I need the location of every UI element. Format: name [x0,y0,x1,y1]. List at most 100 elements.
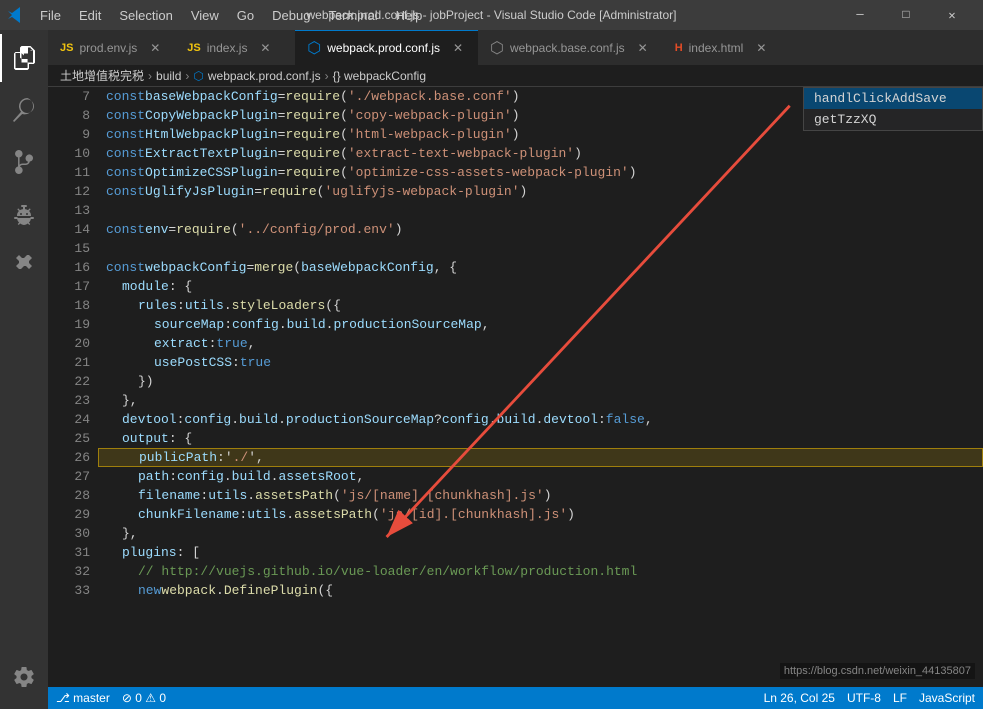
line-number: 10 [48,144,90,163]
maximize-button[interactable]: □ [883,0,929,30]
code-line[interactable]: filename: utils.assetsPath('js/[name].[c… [98,486,983,505]
code-line[interactable]: const env = require('../config/prod.env'… [98,220,983,239]
code-line[interactable]: publicPath:'./', [98,448,983,467]
line-number: 18 [48,296,90,315]
autocomplete-panel: handlClickAddSave getTzzXQ [803,87,983,131]
line-ending[interactable]: LF [893,691,907,705]
code-line[interactable]: const webpackConfig = merge(baseWebpackC… [98,258,983,277]
close-button[interactable]: ✕ [929,0,975,30]
menu-go[interactable]: Go [229,6,262,25]
line-number: 29 [48,505,90,524]
line-numbers: 7891011121314151617181920212223242526272… [48,87,98,687]
breadcrumb-sep-2: › [325,69,329,83]
line-number: 8 [48,106,90,125]
code-line[interactable]: output: { [98,429,983,448]
line-number: 16 [48,258,90,277]
language-mode[interactable]: JavaScript [919,691,975,705]
line-number: 11 [48,163,90,182]
code-line[interactable]: }, [98,391,983,410]
editor-area: JS prod.env.js ✕ JS index.js ✕ ⬡ webpack… [48,30,983,709]
tab-webpack-prod[interactable]: ⬡ webpack.prod.conf.js ✕ [295,30,478,65]
extensions-icon[interactable] [0,242,48,290]
code-line[interactable]: }) [98,372,983,391]
breadcrumb-sep-1: › [185,69,189,83]
status-right: Ln 26, Col 25 UTF-8 LF JavaScript [764,691,975,705]
minimize-button[interactable]: ─ [837,0,883,30]
git-branch[interactable]: ⎇ master [56,691,110,705]
line-number: 21 [48,353,90,372]
webpack-dot-icon: ⬡ [307,38,321,58]
line-number: 12 [48,182,90,201]
title-bar: File Edit Selection View Go Debug Termin… [0,0,983,30]
code-content[interactable]: const baseWebpackConfig = require('./web… [98,87,983,687]
code-line[interactable]: devtool: config.build.productionSourceMa… [98,410,983,429]
menu-edit[interactable]: Edit [71,6,109,25]
line-number: 30 [48,524,90,543]
menu-file[interactable]: File [32,6,69,25]
autocomplete-item-1[interactable]: getTzzXQ [804,109,982,130]
cursor-position[interactable]: Ln 26, Col 25 [764,691,835,705]
code-line[interactable]: rules: utils.styleLoaders({ [98,296,983,315]
code-line[interactable]: // http://vuejs.github.io/vue-loader/en/… [98,562,983,581]
tab-index-html-label: index.html [689,41,744,55]
breadcrumb-item-3[interactable]: {} webpackConfig [333,69,426,83]
breadcrumb-item-1[interactable]: build [156,69,181,83]
line-number: 26 [48,448,90,467]
code-line[interactable]: usePostCSS: true [98,353,983,372]
errors-warnings[interactable]: ⊘ 0 ⚠ 0 [122,691,166,705]
breadcrumb-item-2[interactable]: webpack.prod.conf.js [208,69,321,83]
code-line[interactable]: path: config.build.assetsRoot, [98,467,983,486]
code-line[interactable]: const ExtractTextPlugin = require('extra… [98,144,983,163]
code-line[interactable] [98,239,983,258]
tab-prod-env-close[interactable]: ✕ [147,40,163,56]
webpack-base-dot-icon: ⬡ [490,38,504,58]
code-line[interactable]: chunkFilename: utils.assetsPath('js/[id]… [98,505,983,524]
tab-index-js[interactable]: JS index.js ✕ [175,30,295,65]
breadcrumb: 土地增值税完税 › build › ⬡ webpack.prod.conf.js… [48,65,983,87]
breadcrumb-sep-0: › [148,69,152,83]
settings-icon[interactable] [0,653,48,701]
debug-icon[interactable] [0,190,48,238]
line-number: 24 [48,410,90,429]
code-line[interactable]: const OptimizeCSSPlugin = require('optim… [98,163,983,182]
line-number: 7 [48,87,90,106]
line-number: 23 [48,391,90,410]
code-line[interactable]: plugins: [ [98,543,983,562]
breadcrumb-item-0[interactable]: 土地增值税完税 [60,67,144,84]
source-control-icon[interactable] [0,138,48,186]
code-line[interactable]: sourceMap: config.build.productionSource… [98,315,983,334]
encoding[interactable]: UTF-8 [847,691,881,705]
tab-index-html[interactable]: H index.html ✕ [663,30,783,65]
tab-prod-env[interactable]: JS prod.env.js ✕ [48,30,175,65]
line-number: 28 [48,486,90,505]
code-line[interactable]: module: { [98,277,983,296]
tab-index-html-close[interactable]: ✕ [753,40,769,56]
code-line[interactable]: const UglifyJsPlugin = require('uglifyjs… [98,182,983,201]
code-line[interactable] [98,201,983,220]
line-number: 25 [48,429,90,448]
menu-view[interactable]: View [183,6,227,25]
tab-bar: JS prod.env.js ✕ JS index.js ✕ ⬡ webpack… [48,30,983,65]
line-number: 22 [48,372,90,391]
tab-index-js-label: index.js [207,41,248,55]
tab-webpack-base[interactable]: ⬡ webpack.base.conf.js ✕ [478,30,663,65]
activity-bar [0,30,48,709]
code-line[interactable]: }, [98,524,983,543]
code-line[interactable]: new webpack.DefinePlugin({ [98,581,983,600]
line-number: 20 [48,334,90,353]
line-number: 27 [48,467,90,486]
breadcrumb-icon-webpack: ⬡ [193,69,203,83]
explorer-icon[interactable] [0,34,48,82]
status-bar: ⎇ master ⊘ 0 ⚠ 0 Ln 26, Col 25 UTF-8 LF … [48,687,983,709]
code-line[interactable]: extract: true, [98,334,983,353]
tab-webpack-prod-close[interactable]: ✕ [450,40,466,56]
tab-webpack-prod-label: webpack.prod.conf.js [327,41,440,55]
tab-index-js-close[interactable]: ✕ [257,40,273,56]
line-number: 9 [48,125,90,144]
autocomplete-item-0[interactable]: handlClickAddSave [804,88,982,109]
line-number: 13 [48,201,90,220]
menu-selection[interactable]: Selection [111,6,180,25]
tab-webpack-base-close[interactable]: ✕ [635,40,651,56]
search-icon[interactable] [0,86,48,134]
tab-prod-env-label: prod.env.js [79,41,137,55]
